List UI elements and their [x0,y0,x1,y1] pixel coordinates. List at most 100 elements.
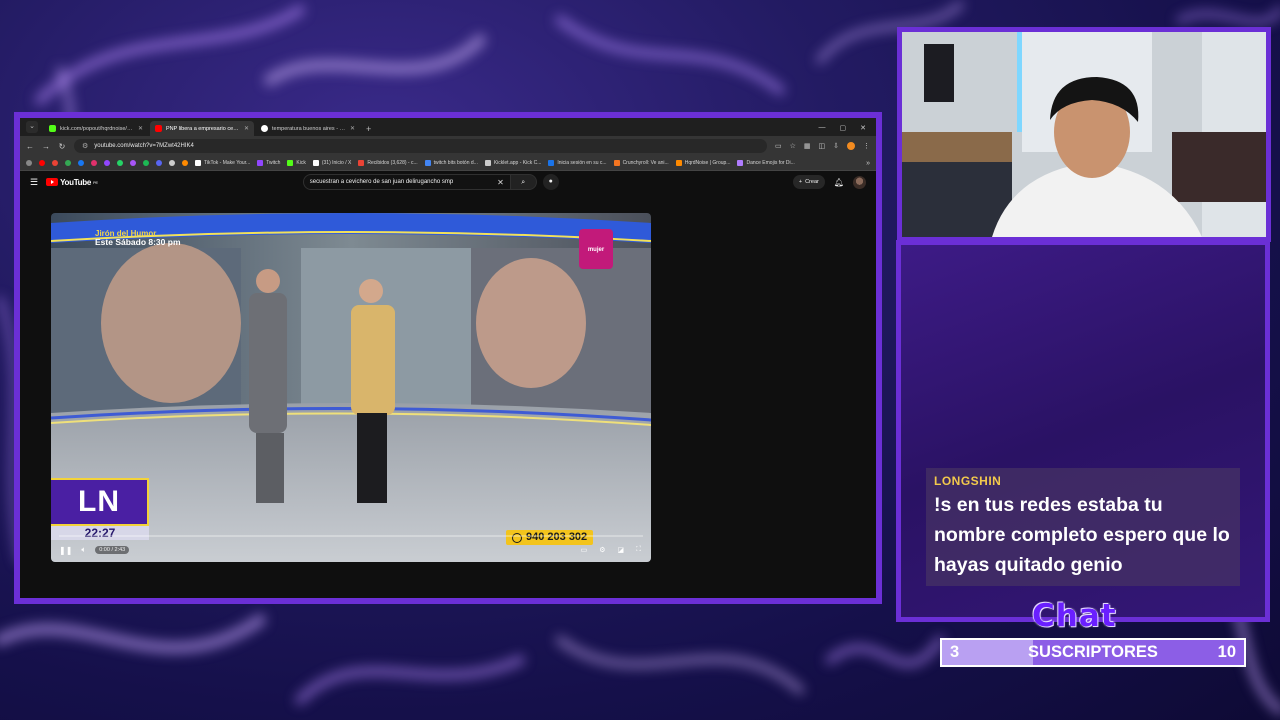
bookmark-x[interactable]: (31) Inicio / X [312,160,351,166]
extensions-puzzle-icon[interactable]: ◫ [819,142,826,150]
bookmark-hqrdnoise[interactable]: HqrdNoise | Group... [675,160,730,166]
kick-favicon-icon [49,125,56,132]
star-icon[interactable]: ☆ [790,142,796,150]
bookmark-label: Crunchyroll: Ve ani... [622,160,669,166]
twitch-bookmark-icon[interactable] [104,160,110,166]
subscriber-goal-bar: 3 SUSCRIPTORES 10 [940,638,1246,667]
voice-search-button[interactable]: ● [542,174,559,190]
goal-label: SUSCRIPTORES [1028,643,1158,661]
pause-icon[interactable]: ❚❚ [59,546,72,555]
bookmark-label: Twitch [266,160,281,166]
close-icon[interactable]: ✕ [350,125,355,132]
tab-search-icon[interactable]: ⌄ [26,121,38,133]
youtube-bookmark-icon[interactable] [39,160,45,166]
progress-bar[interactable] [59,535,643,537]
bookmark-icon[interactable] [182,160,188,166]
instagram-bookmark-icon[interactable] [91,160,97,166]
goal-text: 3 SUSCRIPTORES 10 [942,640,1244,665]
notifications-bell-icon[interactable]: 🔔︎ [834,178,844,187]
cast-icon[interactable]: ▭ [775,142,782,150]
minimize-icon[interactable]: — [819,124,826,132]
bookmark-twitch[interactable]: Twitch [257,160,280,166]
close-icon[interactable]: ✕ [244,125,249,132]
bookmark-label: TikTok - Make Your... [204,160,251,166]
close-icon[interactable]: ✕ [138,125,143,132]
profile-icon[interactable] [847,142,855,150]
bookmark-label: Kick [296,160,306,166]
download-icon[interactable]: ⇩ [833,142,839,150]
close-window-icon[interactable]: ✕ [860,124,866,132]
site-info-icon[interactable]: ⚙ [82,142,88,150]
apps-icon[interactable] [26,160,32,166]
bookmark-label: Recibidos (3,628) - c... [367,160,418,166]
spotify-bookmark-icon[interactable] [143,160,149,166]
url-field[interactable]: ⚙ youtube.com/watch?v=7MZwt42HIK4 [74,139,767,153]
browser-window: ⌄ kick.com/popout/hqrdnoise/ch... ✕ PNP … [20,118,876,598]
tab-bar: ⌄ kick.com/popout/hqrdnoise/ch... ✕ PNP … [20,118,876,136]
extension-icon[interactable]: ▦ [804,142,811,150]
broadcast-clock: 22:27 [51,526,149,540]
chat-message: LONGSHIN !s en tus redes estaba tu nombr… [926,468,1240,586]
menu-icon[interactable]: ☰ [30,177,38,188]
more-menu-icon[interactable]: ⋮ [863,142,870,150]
search-bar: secuestran a cevichero de san juan delir… [302,174,559,190]
bookmark-tiktok[interactable]: TikTok - Make Your... [195,160,250,166]
youtube-play-icon [46,178,59,186]
header-actions: + Crear 🔔︎ [792,175,866,189]
github-bookmark-icon[interactable] [169,160,175,166]
webcam-frame [897,27,1271,242]
youtube-logo-text: YouTube [60,177,92,187]
tab-title: kick.com/popout/hqrdnoise/ch... [60,125,134,132]
webcam-feed [902,32,1266,237]
more-bookmarks-icon[interactable]: » [866,160,870,167]
bookmark-kick[interactable]: Kick [287,160,306,166]
clear-search-icon[interactable]: ✕ [497,178,504,187]
bookmark-google[interactable]: twitch bits botón d... [424,160,478,166]
video-player[interactable]: Jirón del Humor Este Sábado 8:30 pm muje… [51,213,651,562]
channel-badge: mujer [579,229,613,269]
subtitles-icon[interactable]: ▭ [581,546,588,554]
search-input[interactable]: secuestran a cevichero de san juan delir… [302,174,511,190]
player-controls: ❚❚ 🔈︎ 0:00 / 2:43 ▭ ⚙ ◪ ⛶ [59,543,641,557]
search-query: secuestran a cevichero de san juan delir… [309,179,454,185]
volume-icon[interactable]: 🔈︎ [81,545,86,555]
gmail-bookmark-icon[interactable] [52,160,58,166]
plus-icon: + [798,179,803,185]
bookmark-login[interactable]: Inicia sesión en su c... [548,160,607,166]
goal-track: 3 SUSCRIPTORES 10 [942,640,1244,665]
tiktok-icon [195,160,201,166]
bookmark-gmail[interactable]: Recibidos (3,628) - c... [358,160,418,166]
account-avatar[interactable] [853,175,866,189]
discord-bookmark-icon[interactable] [156,160,162,166]
x-icon [312,160,319,166]
gmail-icon [358,160,365,166]
bookmark-dance-emojis[interactable]: Dance Emojis for Di... [737,160,795,166]
tab-google-search[interactable]: temperatura buenos aires - Bu... ✕ [256,121,360,136]
new-tab-icon[interactable]: + [366,124,371,134]
create-button[interactable]: + Crear [792,175,825,189]
youtube-logo[interactable]: YouTube PE [46,178,98,187]
chat-area: LONGSHIN !s en tus redes estaba tu nombr… [901,245,1265,617]
whatsapp-bookmark-icon[interactable] [117,160,123,166]
channel-logo: LN [51,478,149,526]
maximize-icon[interactable]: ▢ [840,124,847,132]
tab-youtube-video[interactable]: PNP libera a empresario cevich... ✕ [150,121,254,136]
miniplayer-icon[interactable]: ◪ [617,546,624,554]
facebook-bookmark-icon[interactable] [78,160,84,166]
forward-arrow-icon[interactable]: → [42,142,50,151]
drive-bookmark-icon[interactable] [65,160,71,166]
promo-schedule: Este Sábado 8:30 pm [95,237,181,248]
tab-kick[interactable]: kick.com/popout/hqrdnoise/ch... ✕ [44,121,148,136]
reload-icon[interactable]: ↻ [58,142,66,151]
settings-gear-icon[interactable]: ⚙ [599,546,605,554]
country-code: PE [93,179,98,185]
back-arrow-icon[interactable]: ← [26,142,34,151]
messenger-bookmark-icon[interactable] [130,160,136,166]
fullscreen-icon[interactable]: ⛶ [636,546,641,554]
bookmark-crunchyroll[interactable]: Crunchyroll: Ve ani... [613,160,669,166]
url-text: youtube.com/watch?v=7MZwt42HIK4 [94,143,194,149]
promo-overlay: Jirón del Humor Este Sábado 8:30 pm [95,229,181,248]
google-favicon-icon [261,125,268,132]
search-button[interactable]: ⌕ [510,174,537,190]
bookmark-kicklet[interactable]: Kicklet.app - Kick C... [484,160,541,166]
